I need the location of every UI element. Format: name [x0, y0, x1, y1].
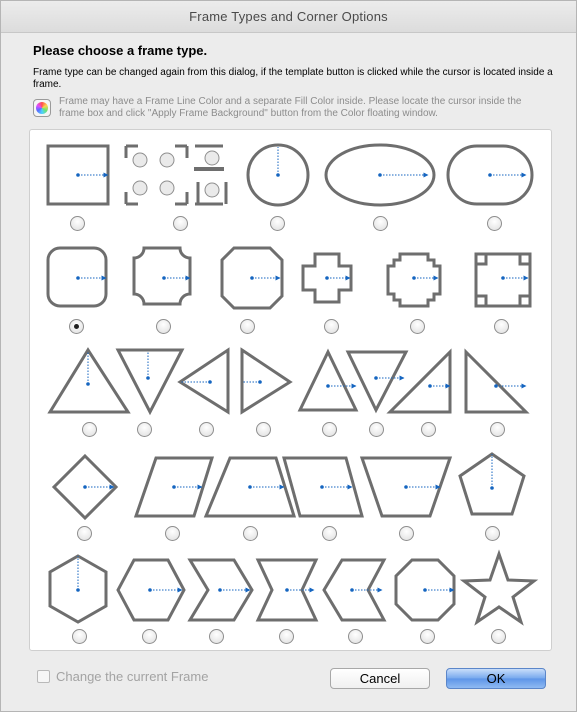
frame-radio-parallelogram-left[interactable]	[322, 526, 337, 541]
shape-stepped-corners	[386, 252, 442, 308]
shape-triangle-right	[240, 347, 293, 415]
frame-radio-hexagon-horizontal[interactable]	[142, 629, 157, 644]
frame-radio-chamfered-octagon[interactable]	[240, 319, 255, 334]
shape-bracket-corners	[474, 252, 532, 308]
shape-triangle-down	[115, 348, 185, 416]
frame-radio-chevron-right[interactable]	[209, 629, 224, 644]
dialog-description: Frame type can be changed again from thi…	[33, 67, 553, 90]
frame-radio-trapezoid-up[interactable]	[243, 526, 258, 541]
change-current-frame-checkbox[interactable]	[37, 670, 50, 683]
dialog-window: Frame Types and Corner Options Please ch…	[0, 0, 577, 712]
shape-triangle-up-small	[297, 348, 359, 412]
shape-triangle-up	[47, 347, 131, 414]
ok-button[interactable]: OK	[446, 668, 546, 689]
shape-corner-marks	[124, 144, 228, 206]
frame-type-panel	[29, 129, 552, 651]
shape-star	[459, 549, 539, 626]
frame-radio-triangle-up[interactable]	[82, 422, 97, 437]
frame-radio-corner-marks[interactable]	[173, 216, 188, 231]
dialog-hint: Frame may have a Frame Line Color and a …	[59, 96, 522, 119]
shape-right-triangle-right	[464, 348, 530, 414]
frame-radio-hexagon-vertical[interactable]	[72, 629, 87, 644]
frame-radio-rectangle[interactable]	[70, 216, 85, 231]
shape-chevron-left	[322, 558, 387, 622]
frame-radio-circle[interactable]	[270, 216, 285, 231]
change-current-frame-option[interactable]: Change the current Frame	[37, 669, 208, 684]
frame-radio-stepped-corners[interactable]	[410, 319, 425, 334]
frame-radio-bracket-corners[interactable]	[494, 319, 509, 334]
frame-radio-pentagon[interactable]	[485, 526, 500, 541]
frame-radio-triangle-down-small[interactable]	[369, 422, 384, 437]
frame-radio-triangle-up-small[interactable]	[322, 422, 337, 437]
window-title: Frame Types and Corner Options	[189, 9, 388, 24]
frame-radio-triangle-left[interactable]	[199, 422, 214, 437]
frame-shapes-canvas	[46, 143, 539, 626]
shape-triangle-left	[177, 347, 230, 415]
frame-radio-octagon[interactable]	[420, 629, 435, 644]
frame-radio-triangle-right[interactable]	[256, 422, 271, 437]
change-current-frame-label: Change the current Frame	[56, 669, 209, 684]
shape-inverted-round-corners	[132, 246, 192, 306]
shape-triangle-down-small	[345, 350, 409, 414]
frame-radio-right-triangle-right[interactable]	[490, 422, 505, 437]
frame-radio-ellipse[interactable]	[373, 216, 388, 231]
frame-radio-hourglass-notch[interactable]	[279, 629, 294, 644]
frame-radio-pill[interactable]	[487, 216, 502, 231]
color-wheel-icon	[33, 99, 51, 117]
frame-radio-inverted-round-corners[interactable]	[156, 319, 171, 334]
frame-radio-trapezoid-down[interactable]	[399, 526, 414, 541]
frame-radio-star[interactable]	[491, 629, 506, 644]
title-bar[interactable]: Frame Types and Corner Options	[1, 1, 576, 33]
frame-radio-parallelogram-right[interactable]	[165, 526, 180, 541]
frame-radio-chevron-left[interactable]	[348, 629, 363, 644]
frame-radio-plus-notched[interactable]	[324, 319, 339, 334]
frame-radio-diamond[interactable]	[77, 526, 92, 541]
shape-right-triangle-left	[386, 348, 452, 414]
dialog-heading: Please choose a frame type.	[33, 43, 208, 58]
frame-radio-triangle-down[interactable]	[137, 422, 152, 437]
cancel-button[interactable]: Cancel	[330, 668, 430, 689]
frame-radio-rounded-rectangle[interactable]	[69, 319, 84, 334]
cursor-pointers	[77, 147, 529, 593]
frame-radio-right-triangle-left[interactable]	[421, 422, 436, 437]
